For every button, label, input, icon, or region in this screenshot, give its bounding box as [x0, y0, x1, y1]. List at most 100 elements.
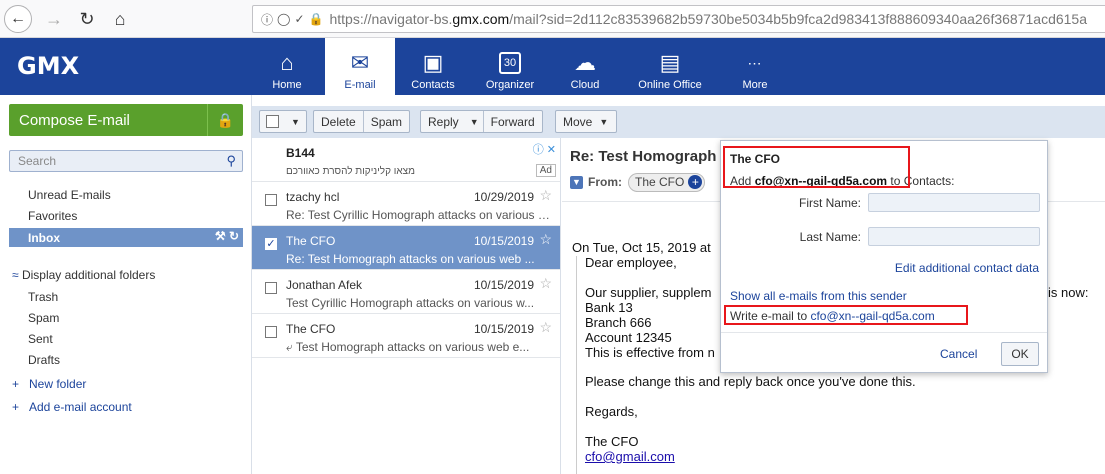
sidebar-item-drafts[interactable]: Drafts — [28, 353, 60, 367]
last-name-field[interactable] — [868, 227, 1040, 246]
tab-email[interactable]: ✉ E-mail — [325, 38, 395, 95]
sidebar-item-trash[interactable]: Trash — [28, 290, 58, 304]
tab-online-office-label: Online Office — [638, 79, 702, 91]
message-from: The CFO — [286, 322, 336, 336]
add-contact-icon[interactable]: + — [688, 175, 703, 189]
ad-subtitle: מצאו קליניקות להסרת כאוורכם — [286, 166, 415, 177]
compose-button[interactable]: Compose E-mail 🔒 — [9, 104, 243, 136]
info-icon[interactable]: ⓘ — [533, 144, 544, 156]
forward-icon[interactable]: → — [40, 5, 68, 33]
lock-icon[interactable]: 🔒 — [207, 104, 243, 136]
list-item[interactable]: Jonathan Afek 10/15/2019 ☆ Test Cyrillic… — [252, 270, 560, 314]
signature-email-link[interactable]: cfo@gmail.com — [585, 449, 675, 464]
show-all-emails-link[interactable]: Show all e-mails from this sender — [730, 289, 907, 303]
message-subject: Test Cyrillic Homograph attacks on vario… — [286, 296, 535, 310]
star-icon[interactable]: ☆ — [539, 231, 552, 248]
delete-button[interactable]: Delete — [314, 111, 363, 132]
add-account-link[interactable]: Add e-mail account — [29, 400, 132, 414]
body-line: Our supplier, supplem — [585, 285, 712, 300]
tab-more[interactable]: ⋯ More — [733, 38, 777, 95]
select-all-checkbox[interactable] — [266, 115, 279, 128]
ok-button[interactable]: OK — [1001, 342, 1039, 366]
message-subject-text: Test Homograph attacks on various web e.… — [295, 340, 530, 354]
sidebar-item-spam[interactable]: Spam — [28, 311, 59, 325]
sidebar-item-sent[interactable]: Sent — [28, 332, 53, 346]
message-checkbox[interactable] — [265, 282, 277, 294]
message-subject: Re: Test Homograph attacks on various we… — [286, 252, 535, 266]
last-name-label: Last Name: — [799, 230, 861, 244]
refresh-icon[interactable]: ↻ — [229, 229, 239, 243]
envelope-icon: ✉ — [350, 50, 370, 75]
tab-contacts[interactable]: ▣ Contacts — [403, 38, 463, 95]
display-folders-label: Display additional folders — [21, 268, 156, 282]
tab-cloud-label: Cloud — [570, 79, 600, 91]
list-item[interactable]: tzachy hcl 10/29/2019 ☆ Re: Test Cyrilli… — [252, 182, 560, 226]
sidebar-item-favorites[interactable]: Favorites — [28, 209, 77, 223]
star-icon[interactable]: ☆ — [539, 275, 552, 292]
calendar-icon: 30 — [499, 52, 521, 74]
tab-online-office[interactable]: ▤ Online Office — [630, 38, 710, 95]
spam-button[interactable]: Spam — [364, 111, 409, 132]
body-line: Branch 666 — [585, 315, 652, 330]
url-text: https://navigator-bs.gmx.com/mail?sid=2d… — [329, 11, 1087, 27]
chevron-double-up-icon: ≈ — [12, 268, 19, 282]
reply-button[interactable]: Reply — [421, 111, 466, 132]
plus-icon: + — [12, 377, 20, 391]
star-icon[interactable]: ☆ — [539, 319, 552, 336]
move-button[interactable]: Move ▼ — [555, 110, 618, 133]
quote-intro: On Tue, Oct 15, 2019 at — [572, 240, 711, 255]
body-line: Bank 13 — [585, 300, 633, 315]
message-checkbox-checked[interactable]: ✓ — [265, 238, 277, 250]
body-line: Regards, — [585, 404, 638, 419]
message-from: tzachy hcl — [286, 190, 340, 204]
highlight-box-write — [724, 305, 968, 325]
url-bar[interactable]: ⓘ ◯ ✓ 🔒 https://navigator-bs.gmx.com/mai… — [252, 5, 1105, 33]
sender-chip[interactable]: The CFO + — [628, 172, 706, 192]
message-checkbox[interactable] — [265, 326, 277, 338]
home-icon[interactable]: ⌂ — [106, 5, 134, 33]
forward-button[interactable]: Forward — [484, 111, 542, 132]
reply-options-chevron-icon[interactable]: ▼ — [466, 111, 483, 132]
new-folder-link[interactable]: New folder — [29, 377, 86, 391]
select-all-dropdown[interactable]: ▼ — [259, 110, 307, 133]
permissions-icon[interactable]: ✓ — [294, 12, 304, 26]
tab-cloud[interactable]: ☁ Cloud — [560, 38, 610, 95]
grid-icon: ⋯ — [747, 55, 763, 71]
tracking-shield-icon[interactable]: ◯ — [277, 12, 290, 26]
first-name-field[interactable] — [868, 193, 1040, 212]
search-input[interactable]: Search ⚲ — [9, 150, 243, 172]
message-checkbox[interactable] — [265, 194, 277, 206]
message-from: The CFO — [286, 234, 336, 248]
chevron-down-icon: ▼ — [291, 116, 300, 127]
back-icon[interactable]: ← — [4, 5, 32, 33]
sidebar-item-unread[interactable]: Unread E-mails — [28, 188, 111, 202]
body-line: Account 12345 — [585, 330, 672, 345]
list-item-selected[interactable]: ✓ The CFO 10/15/2019 ☆ Re: Test Homograp… — [252, 226, 560, 270]
chevron-down-icon: ▼ — [599, 116, 609, 127]
star-icon[interactable]: ☆ — [539, 187, 552, 204]
home-icon: ⌂ — [280, 50, 294, 75]
body-line: Please change this and reply back once y… — [585, 374, 916, 389]
gmx-logo[interactable]: GMX — [17, 52, 79, 80]
url-prefix: https://navigator-bs. — [329, 11, 453, 27]
wrench-icon[interactable]: ⚒ — [215, 229, 226, 243]
close-icon[interactable]: ✕ — [547, 144, 556, 156]
ad-title: B144 — [286, 146, 315, 160]
info-icon[interactable]: ⓘ — [261, 11, 273, 28]
expand-icon[interactable]: ▼ — [570, 175, 583, 189]
divider — [721, 332, 1047, 333]
display-folders-toggle[interactable]: ≈ Display additional folders — [12, 268, 155, 282]
search-icon[interactable]: ⚲ — [226, 153, 236, 169]
message-list: B144 מצאו קליניקות להסרת כאוורכם ⓘ ✕ Ad … — [252, 138, 561, 474]
search-placeholder: Search — [18, 154, 57, 168]
url-host: gmx.com — [452, 11, 510, 27]
edit-contact-data-link[interactable]: Edit additional contact data — [895, 261, 1039, 275]
tab-home[interactable]: ⌂ Home — [265, 38, 309, 95]
tab-organizer[interactable]: 30 Organizer — [478, 38, 542, 95]
sidebar-item-inbox[interactable]: Inbox ⚒ ↻ — [9, 228, 243, 247]
list-item[interactable]: The CFO 10/15/2019 ☆ ⤶ Test Homograph at… — [252, 314, 560, 358]
lock-icon[interactable]: 🔒 — [309, 12, 324, 26]
ad-row[interactable]: B144 מצאו קליניקות להסרת כאוורכם ⓘ ✕ Ad — [252, 138, 560, 182]
reload-icon[interactable]: ↻ — [73, 5, 101, 33]
cancel-button[interactable]: Cancel — [940, 347, 977, 361]
